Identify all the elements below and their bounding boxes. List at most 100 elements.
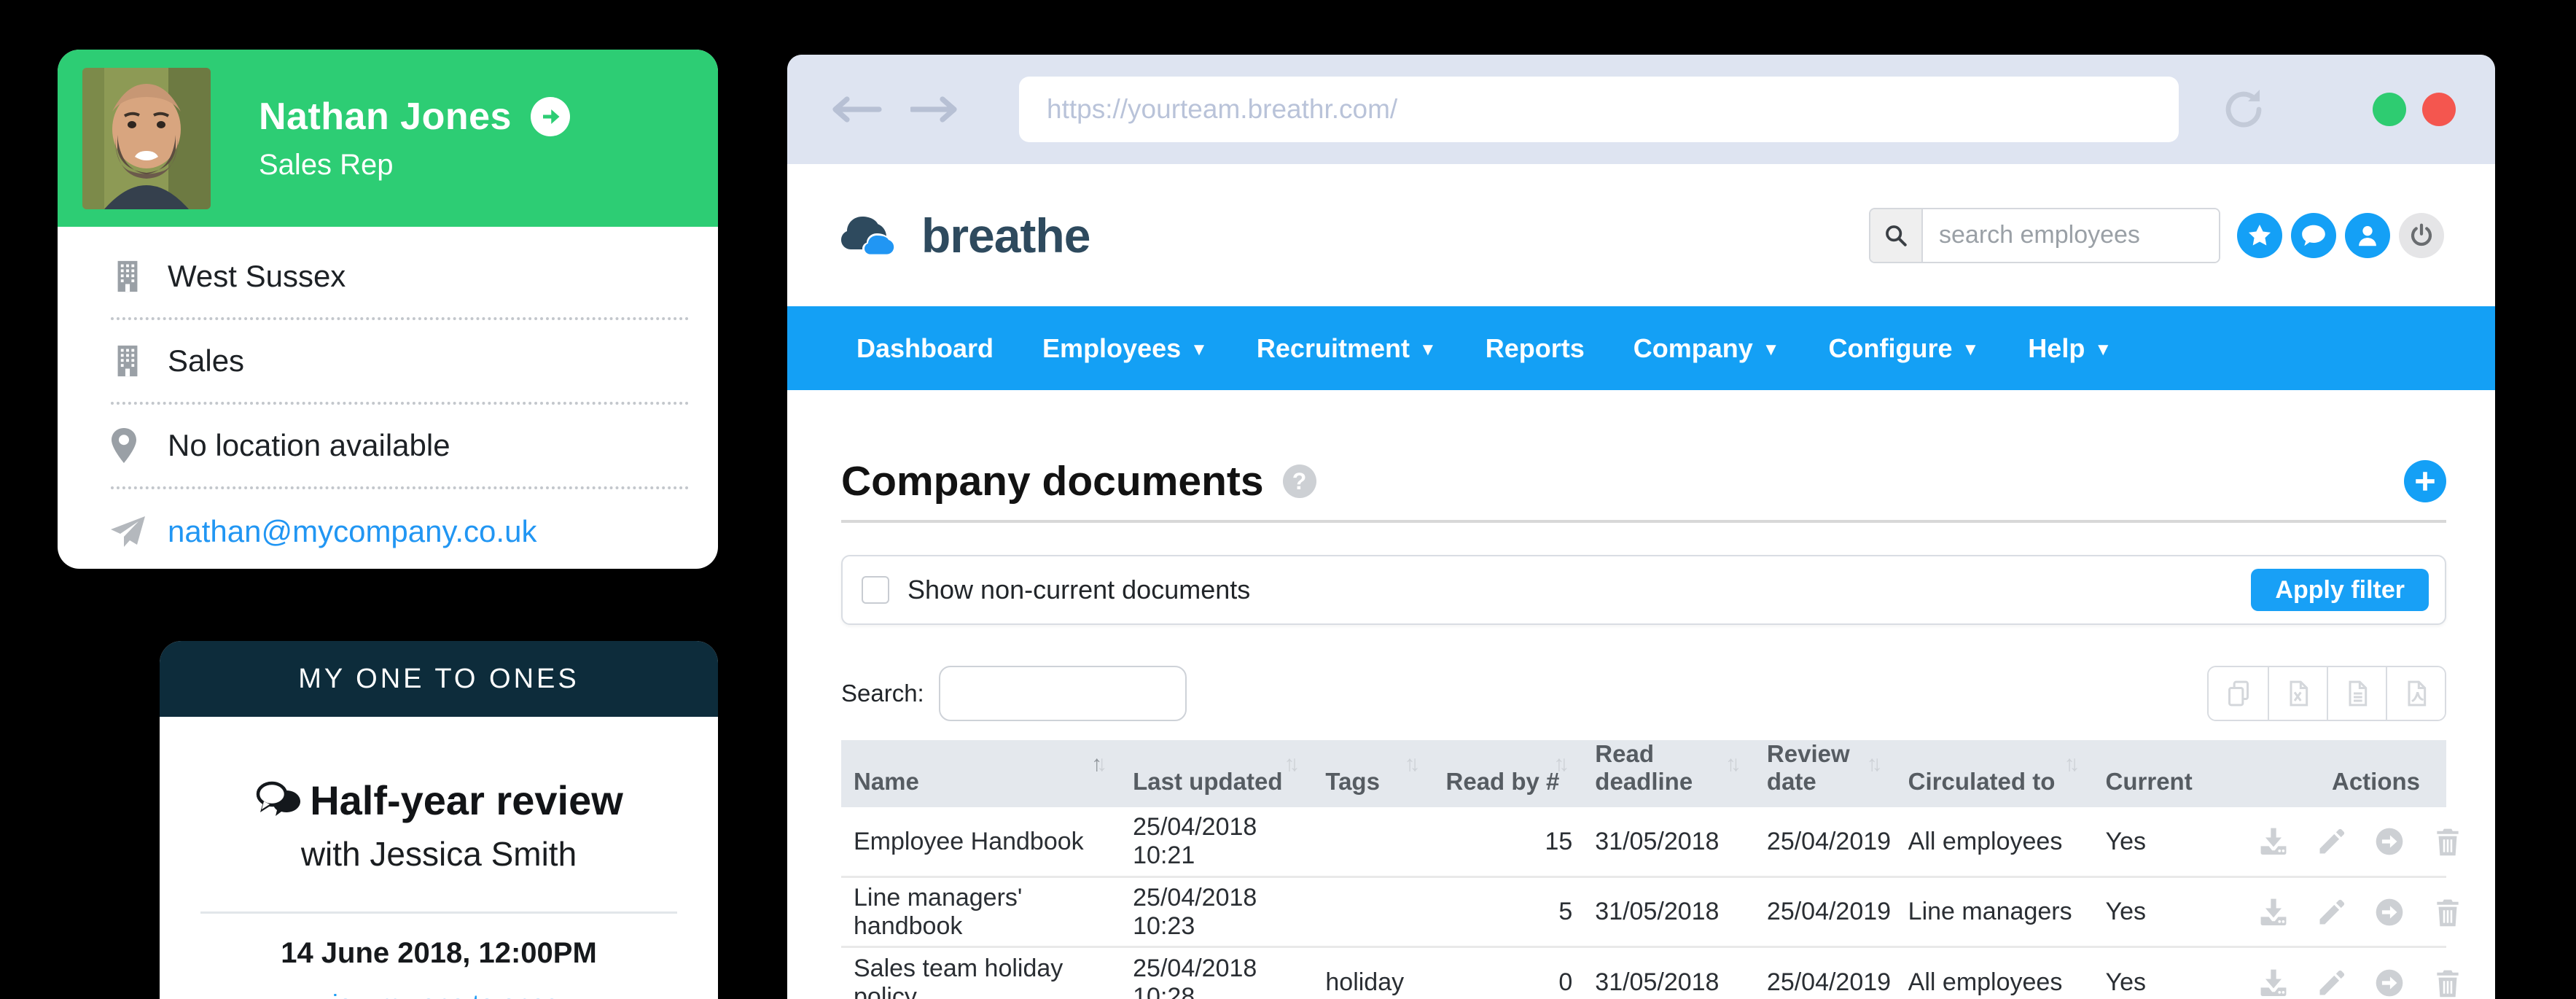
one-to-ones-header-label: MY ONE TO ONES — [298, 663, 579, 694]
help-icon[interactable]: ? — [1282, 464, 1316, 498]
export-copy-button[interactable] — [2209, 667, 2268, 720]
browser-window: breathe Dashboard Employee — [787, 55, 2495, 999]
col-header-actions: Actions — [2226, 740, 2446, 807]
edit-icon[interactable] — [2316, 967, 2348, 999]
doc-name: Employee Handbook — [841, 806, 1121, 877]
browser-back-button[interactable] — [831, 95, 882, 124]
sort-icon[interactable]: ↑↓ — [1867, 752, 1883, 777]
show-non-current-checkbox[interactable] — [862, 576, 889, 604]
favourites-button[interactable] — [2237, 212, 2282, 258]
doc-actions — [2226, 806, 2459, 877]
browser-chrome — [787, 55, 2495, 164]
chevron-down-icon: ▼ — [1418, 339, 1437, 359]
delete-icon[interactable] — [2432, 825, 2464, 858]
sort-icon[interactable]: ↑↓ — [1553, 752, 1569, 777]
col-header-name[interactable]: Name ↑↓ — [841, 740, 1121, 807]
table-row: Sales team holiday policy 25/04/2018 10:… — [841, 946, 2459, 999]
delete-icon[interactable] — [2432, 896, 2464, 928]
window-close-button[interactable] — [2422, 93, 2456, 126]
chevron-down-icon: ▼ — [2094, 339, 2112, 359]
one-to-one-with: with Jessica Smith — [300, 835, 577, 873]
employee-search-input[interactable] — [1923, 209, 2219, 262]
col-header-tags[interactable]: Tags ↑↓ — [1313, 740, 1434, 807]
cloud-logo-icon — [841, 216, 894, 255]
doc-actions — [2226, 876, 2459, 947]
profile-card-body: West Sussex Sales No location available … — [58, 227, 718, 569]
url-input[interactable] — [1019, 94, 2179, 125]
sort-icon[interactable]: ↑↓ — [1284, 752, 1300, 777]
doc-last-updated: 25/04/2018 10:21 — [1120, 806, 1314, 877]
page-content: Company documents ? Show non-current doc… — [787, 457, 2495, 999]
one-to-one-datetime: 14 June 2018, 12:00PM — [281, 937, 597, 969]
doc-read-deadline: 31/05/2018 — [1582, 876, 1755, 947]
col-header-read-deadline[interactable]: Read deadline ↑↓ — [1582, 740, 1755, 807]
view-one-to-ones-link[interactable]: view my one to ones — [319, 989, 558, 999]
profile-department: Sales — [168, 343, 245, 378]
profile-county: West Sussex — [168, 259, 346, 293]
profile-detail-row-county: West Sussex — [111, 236, 689, 320]
nav-help[interactable]: Help ▼ — [2028, 333, 2112, 364]
download-icon[interactable] — [2257, 825, 2290, 858]
download-icon[interactable] — [2257, 896, 2290, 928]
url-bar[interactable] — [1019, 77, 2179, 142]
circulate-icon[interactable] — [2373, 825, 2405, 858]
download-icon[interactable] — [2257, 967, 2290, 999]
edit-icon[interactable] — [2316, 825, 2348, 858]
browser-forward-button[interactable] — [910, 95, 959, 124]
col-header-review-date[interactable]: Review date ↑↓ — [1754, 740, 1896, 807]
doc-current: Yes — [2093, 806, 2227, 877]
nav-reports[interactable]: Reports — [1486, 333, 1585, 364]
employee-search[interactable] — [1869, 207, 2220, 263]
add-document-button[interactable] — [2404, 460, 2446, 502]
profile-card-header: Nathan Jones Sales Rep — [58, 50, 718, 227]
refresh-icon[interactable] — [2220, 85, 2268, 133]
col-header-circulated-to[interactable]: Circulated to ↑↓ — [1895, 740, 2093, 807]
nav-recruitment[interactable]: Recruitment ▼ — [1257, 333, 1437, 364]
profile-button[interactable] — [2345, 212, 2390, 258]
nav-company[interactable]: Company ▼ — [1634, 333, 1780, 364]
table-toolbar: Search: — [841, 666, 2446, 721]
messages-button[interactable] — [2291, 212, 2336, 258]
export-pdf-button[interactable] — [2386, 667, 2445, 720]
table-search-input[interactable] — [938, 666, 1187, 721]
documents-table: Name ↑↓ Last updated ↑↓ Tags ↑↓ Read by # ↑↓… — [841, 740, 2459, 999]
window-minimize-button[interactable] — [2373, 93, 2406, 126]
pdf-file-icon — [2408, 680, 2426, 707]
doc-read-by: 5 — [1433, 876, 1583, 947]
breathe-logo[interactable]: breathe — [841, 208, 1090, 263]
employee-profile-card: Nathan Jones Sales Rep West Sussex Sales — [58, 50, 718, 569]
export-csv-button[interactable] — [2327, 667, 2386, 720]
export-excel-button[interactable] — [2268, 667, 2327, 720]
profile-email-link[interactable]: nathan@mycompany.co.uk — [168, 514, 536, 549]
search-icon — [1870, 209, 1923, 262]
doc-name: Sales team holiday policy — [841, 946, 1121, 999]
doc-review-date: 25/04/2019 — [1754, 876, 1896, 947]
sort-icon[interactable]: ↑↓ — [1091, 752, 1107, 777]
col-header-last-updated[interactable]: Last updated ↑↓ — [1120, 740, 1314, 807]
logo-text: breathe — [921, 208, 1090, 263]
divider — [200, 911, 677, 914]
nav-configure[interactable]: Configure ▼ — [1829, 333, 1980, 364]
excel-file-icon — [2290, 680, 2308, 707]
circulate-icon[interactable] — [2373, 896, 2405, 928]
divider — [841, 520, 2446, 523]
nav-employees[interactable]: Employees ▼ — [1042, 333, 1208, 364]
logout-button[interactable] — [2399, 212, 2444, 258]
col-header-read-by[interactable]: Read by # ↑↓ — [1433, 740, 1583, 807]
profile-link-arrow-icon[interactable] — [530, 97, 570, 136]
power-icon — [2411, 223, 2432, 246]
edit-icon[interactable] — [2316, 896, 2348, 928]
doc-read-deadline: 31/05/2018 — [1582, 806, 1755, 877]
apply-filter-button[interactable]: Apply filter — [2251, 569, 2429, 611]
chat-icon — [2302, 225, 2325, 246]
delete-icon[interactable] — [2432, 967, 2464, 999]
profile-location: No location available — [168, 428, 450, 462]
doc-current: Yes — [2093, 946, 2227, 999]
sort-icon[interactable]: ↑↓ — [1405, 752, 1421, 777]
sort-icon[interactable]: ↑↓ — [2064, 752, 2080, 777]
one-to-ones-card: MY ONE TO ONES Half-year review with Jes… — [160, 641, 718, 999]
table-row: Employee Handbook 25/04/2018 10:21 15 31… — [841, 806, 2459, 877]
nav-dashboard[interactable]: Dashboard — [856, 333, 994, 364]
sort-icon[interactable]: ↑↓ — [1725, 752, 1741, 777]
circulate-icon[interactable] — [2373, 967, 2405, 999]
